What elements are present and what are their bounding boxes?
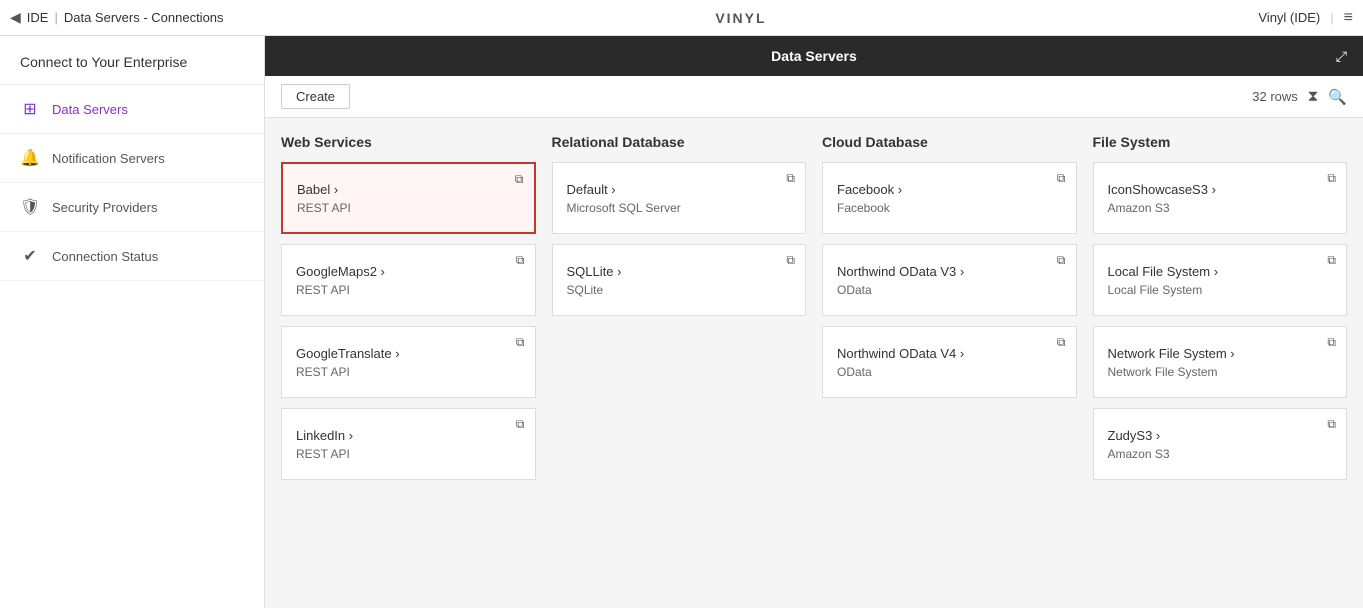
connection-status-icon: ✔ [20,246,40,266]
app-name: VINYL [224,10,1259,26]
card-subtitle-iconshowcases3: Amazon S3 [1108,201,1333,215]
card-googlemaps2[interactable]: ⧉GoogleMaps2 › REST API [281,244,536,316]
card-subtitle-local-file-system: Local File System [1108,283,1333,297]
card-title-linkedin: LinkedIn › [296,428,521,443]
column-relational-database: Relational Database⧉Default ›Microsoft S… [552,134,807,490]
card-googletranslate[interactable]: ⧉GoogleTranslate › REST API [281,326,536,398]
external-link-icon-googlemaps2[interactable]: ⧉ [516,253,525,268]
create-button[interactable]: Create [281,84,350,109]
sidebar-item-notification-servers[interactable]: 🔔 Notification Servers [0,134,264,183]
card-subtitle-googletranslate: REST API [296,365,521,379]
sidebar-header: Connect to Your Enterprise [0,36,264,85]
external-link-icon-googletranslate[interactable]: ⧉ [516,335,525,350]
top-bar-left: ◀ IDE | Data Servers - Connections [10,9,224,26]
card-title-babel: Babel › [297,182,520,197]
card-title-northwind-odata-v4: Northwind OData V4 › [837,346,1062,361]
external-link-icon-northwind-odata-v4[interactable]: ⧉ [1057,335,1066,350]
sidebar-item-security-providers[interactable]: 🛡 Security Providers [0,183,264,232]
card-subtitle-babel: REST API [297,201,520,215]
card-subtitle-northwind-odata-v4: OData [837,365,1062,379]
external-link-icon-sqlite[interactable]: ⧉ [786,253,795,268]
card-subtitle-googlemaps2: REST API [296,283,521,297]
breadcrumb-separator: | [54,10,57,25]
toolbar-right: 32 rows ⧗ 🔍 [1252,88,1347,106]
security-providers-icon: 🛡 [20,197,40,217]
external-link-icon-iconshowcases3[interactable]: ⧉ [1327,171,1336,186]
cards-container: Web Services⧉Babel ›REST API⧉GoogleMaps2… [265,118,1363,608]
card-default[interactable]: ⧉Default › Microsoft SQL Server [552,162,807,234]
external-link-icon-facebook[interactable]: ⧉ [1057,171,1066,186]
card-title-sqlite: SQLLite › [567,264,792,279]
card-title-googletranslate: GoogleTranslate › [296,346,521,361]
external-link-icon-linkedin[interactable]: ⧉ [516,417,525,432]
column-cloud-database: Cloud Database⧉Facebook ›Facebook⧉Northw… [822,134,1077,490]
top-bar: ◀ IDE | Data Servers - Connections VINYL… [0,0,1363,36]
external-link-icon-network-file-system[interactable]: ⧉ [1327,335,1336,350]
card-subtitle-northwind-odata-v3: OData [837,283,1062,297]
cards-grid: Web Services⧉Babel ›REST API⧉GoogleMaps2… [281,134,1347,490]
content-header: Data Servers ⤢ [265,36,1363,76]
card-title-network-file-system: Network File System › [1108,346,1333,361]
rows-count: 32 rows [1252,89,1298,104]
sidebar-item-label-data-servers: Data Servers [52,102,128,117]
sidebar-item-label-security-providers: Security Providers [52,200,157,215]
external-link-icon-babel[interactable]: ⧉ [515,172,524,187]
card-subtitle-facebook: Facebook [837,201,1062,215]
column-web-services: Web Services⧉Babel ›REST API⧉GoogleMaps2… [281,134,536,490]
column-header-cloud-database: Cloud Database [822,134,1077,150]
external-link-icon-northwind-odata-v3[interactable]: ⧉ [1057,253,1066,268]
filter-icon[interactable]: ⧗ [1308,88,1319,105]
sidebar-item-label-connection-status: Connection Status [52,249,158,264]
card-linkedin[interactable]: ⧉LinkedIn › REST API [281,408,536,480]
card-local-file-system[interactable]: ⧉Local File System › Local File System [1093,244,1348,316]
card-subtitle-default: Microsoft SQL Server [567,201,792,215]
notification-servers-icon: 🔔 [20,148,40,168]
user-label: Vinyl (IDE) [1258,10,1320,25]
column-header-web-services: Web Services [281,134,536,150]
sidebar: Connect to Your Enterprise ⊞ Data Server… [0,36,265,608]
card-zudys3[interactable]: ⧉ZudyS3 › Amazon S3 [1093,408,1348,480]
top-bar-vert-sep: | [1330,10,1333,25]
card-title-facebook: Facebook › [837,182,1062,197]
external-link-icon-zudys3[interactable]: ⧉ [1327,417,1336,432]
card-northwind-odata-v3[interactable]: ⧉Northwind OData V3 › OData [822,244,1077,316]
sidebar-item-connection-status[interactable]: ✔ Connection Status [0,232,264,281]
card-title-local-file-system: Local File System › [1108,264,1333,279]
breadcrumb: Data Servers - Connections [64,10,224,25]
hamburger-icon[interactable]: ≡ [1344,9,1353,27]
sidebar-item-data-servers[interactable]: ⊞ Data Servers [0,85,264,134]
card-iconshowcases3[interactable]: ⧉IconShowcaseS3 › Amazon S3 [1093,162,1348,234]
column-file-system: File System⧉IconShowcaseS3 ›Amazon S3⧉Lo… [1093,134,1348,490]
card-title-northwind-odata-v3: Northwind OData V3 › [837,264,1062,279]
content-header-title: Data Servers [636,48,991,64]
card-title-default: Default › [567,182,792,197]
card-title-iconshowcases3: IconShowcaseS3 › [1108,182,1333,197]
card-title-googlemaps2: GoogleMaps2 › [296,264,521,279]
card-babel[interactable]: ⧉Babel › REST API [281,162,536,234]
top-bar-right: Vinyl (IDE) | ≡ [1258,9,1353,27]
card-title-zudys3: ZudyS3 › [1108,428,1333,443]
column-header-relational-database: Relational Database [552,134,807,150]
main-layout: Connect to Your Enterprise ⊞ Data Server… [0,36,1363,608]
external-link-icon-local-file-system[interactable]: ⧉ [1327,253,1336,268]
ide-label[interactable]: IDE [27,10,49,25]
content-area: Data Servers ⤢ Create 32 rows ⧗ 🔍 Web Se… [265,36,1363,608]
back-icon[interactable]: ◀ [10,9,21,26]
card-sqlite[interactable]: ⧉SQLLite › SQLite [552,244,807,316]
external-link-icon-default[interactable]: ⧉ [786,171,795,186]
expand-icon[interactable]: ⤢ [1336,48,1347,65]
card-facebook[interactable]: ⧉Facebook › Facebook [822,162,1077,234]
card-subtitle-linkedin: REST API [296,447,521,461]
column-header-file-system: File System [1093,134,1348,150]
card-subtitle-zudys3: Amazon S3 [1108,447,1333,461]
data-servers-icon: ⊞ [20,99,40,119]
search-icon[interactable]: 🔍 [1328,88,1347,106]
toolbar: Create 32 rows ⧗ 🔍 [265,76,1363,118]
card-network-file-system[interactable]: ⧉Network File System › Network File Syste… [1093,326,1348,398]
card-northwind-odata-v4[interactable]: ⧉Northwind OData V4 › OData [822,326,1077,398]
card-subtitle-sqlite: SQLite [567,283,792,297]
card-subtitle-network-file-system: Network File System [1108,365,1333,379]
sidebar-item-label-notification-servers: Notification Servers [52,151,165,166]
